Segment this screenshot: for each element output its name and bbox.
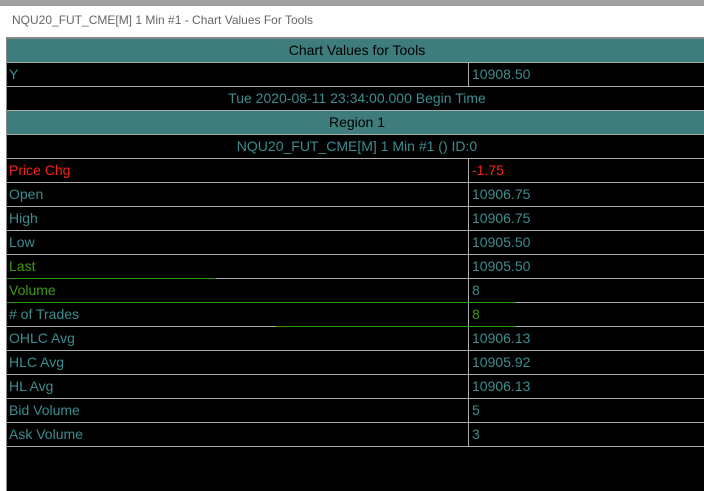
row-value: 10905.50 bbox=[468, 231, 530, 254]
row-label: HL Avg bbox=[9, 378, 54, 394]
y-row: Y 10908.50 bbox=[7, 63, 704, 87]
table-row: Ask Volume 3 bbox=[7, 423, 704, 447]
row-label: Bid Volume bbox=[9, 402, 80, 418]
row-value: 5 bbox=[468, 399, 480, 422]
row-value: 10906.13 bbox=[468, 327, 530, 350]
begin-time: Tue 2020-08-11 23:34:00.000 Begin Time bbox=[7, 87, 704, 111]
row-label: Open bbox=[9, 186, 44, 202]
table-row: Last 10905.50 bbox=[7, 255, 704, 279]
row-value: 10906.75 bbox=[468, 207, 530, 230]
row-label: OHLC Avg bbox=[9, 330, 75, 346]
region-header: Region 1 bbox=[7, 111, 704, 135]
row-value: 8 bbox=[468, 303, 480, 326]
row-value: 8 bbox=[468, 279, 480, 302]
table-row: # of Trades 8 bbox=[7, 303, 704, 327]
y-value: 10908.50 bbox=[468, 63, 530, 86]
window-title: NQU20_FUT_CME[M] 1 Min #1 - Chart Values… bbox=[12, 13, 313, 27]
table-row: High 10906.75 bbox=[7, 207, 704, 231]
table-row: Bid Volume 5 bbox=[7, 399, 704, 423]
row-label: Low bbox=[9, 234, 35, 250]
y-label: Y bbox=[9, 66, 19, 82]
panel-header: Chart Values for Tools bbox=[7, 39, 704, 63]
row-value: 10905.50 bbox=[468, 255, 530, 278]
row-label: HLC Avg bbox=[9, 354, 64, 370]
table-row: Price Chg -1.75 bbox=[7, 159, 704, 183]
row-value: 3 bbox=[468, 423, 480, 446]
table-row: HLC Avg 10905.92 bbox=[7, 351, 704, 375]
row-value: 10906.75 bbox=[468, 183, 530, 206]
row-value: 10905.92 bbox=[468, 351, 530, 374]
row-label: Price Chg bbox=[9, 162, 71, 178]
table-row: Volume 8 bbox=[7, 279, 704, 303]
row-label: Last bbox=[9, 258, 36, 274]
window-frame bbox=[0, 0, 704, 6]
row-label: Ask Volume bbox=[9, 426, 83, 442]
table-row: Open 10906.75 bbox=[7, 183, 704, 207]
table-row: Low 10905.50 bbox=[7, 231, 704, 255]
chart-values-panel: Chart Values for Tools Y 10908.50 Tue 202… bbox=[6, 37, 704, 491]
row-value: 10906.13 bbox=[468, 375, 530, 398]
row-label: High bbox=[9, 210, 38, 226]
row-label: # of Trades bbox=[9, 306, 80, 322]
row-value: -1.75 bbox=[468, 159, 504, 182]
symbol-line: NQU20_FUT_CME[M] 1 Min #1 () ID:0 bbox=[7, 135, 704, 159]
table-row: OHLC Avg 10906.13 bbox=[7, 327, 704, 351]
row-label: Volume bbox=[9, 282, 56, 298]
table-row: HL Avg 10906.13 bbox=[7, 375, 704, 399]
